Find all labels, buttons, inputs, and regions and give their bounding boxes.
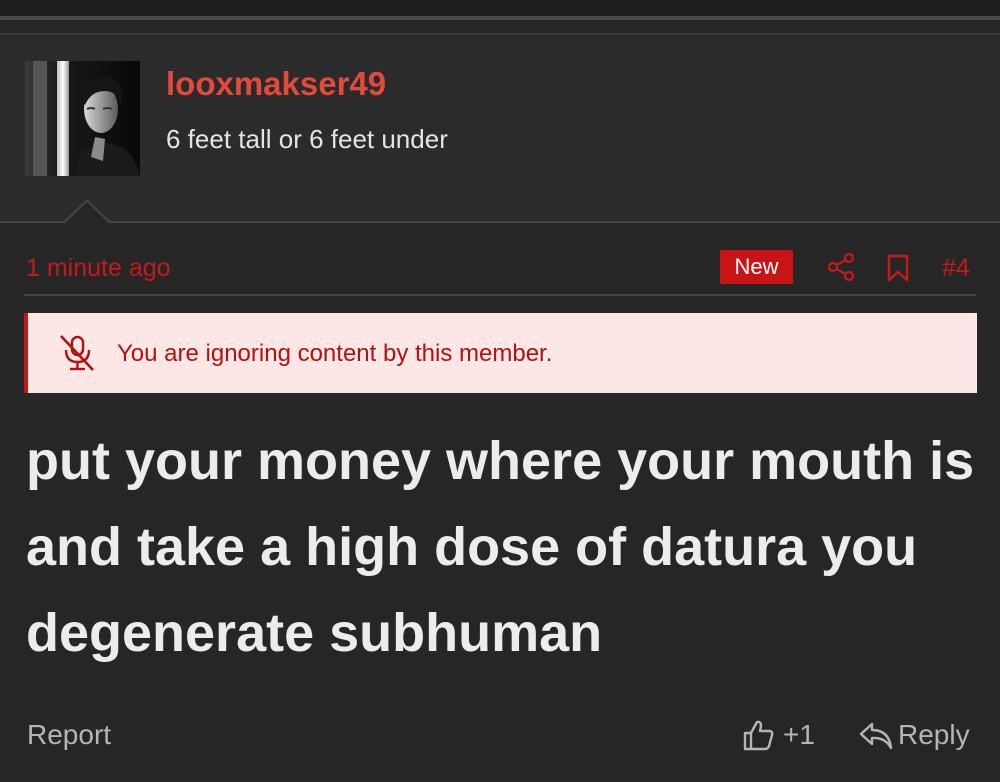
- meta-divider: [24, 294, 976, 296]
- post-body: put your money where your mouth is and t…: [26, 431, 975, 663]
- new-badge: New: [720, 250, 793, 284]
- bookmark-icon[interactable]: [886, 254, 910, 282]
- ignore-notice: You are ignoring content by this member.: [24, 313, 977, 393]
- post-author-panel: looxmakser49 6 feet tall or 6 feet under: [0, 35, 1000, 223]
- like-count[interactable]: +1: [783, 719, 815, 751]
- top-bar: [0, 0, 1000, 16]
- top-divider: [0, 16, 1000, 20]
- ignore-icon: [60, 335, 94, 371]
- avatar[interactable]: [25, 61, 140, 176]
- like-icon[interactable]: [741, 718, 775, 752]
- share-icon[interactable]: [826, 252, 856, 282]
- ignore-notice-text: You are ignoring content by this member.: [117, 340, 553, 367]
- reply-icon[interactable]: [858, 720, 894, 752]
- post-meta-row: 1 minute ago New #4: [0, 248, 1000, 288]
- post-timestamp[interactable]: 1 minute ago: [26, 254, 171, 283]
- author-username[interactable]: looxmakser49: [166, 65, 386, 103]
- reply-button[interactable]: Reply: [898, 719, 970, 751]
- avatar-image: [25, 61, 140, 176]
- post-number-link[interactable]: #4: [942, 254, 970, 283]
- report-link[interactable]: Report: [27, 719, 111, 751]
- author-panel-arrow: [63, 199, 111, 223]
- author-user-title: 6 feet tall or 6 feet under: [166, 124, 448, 154]
